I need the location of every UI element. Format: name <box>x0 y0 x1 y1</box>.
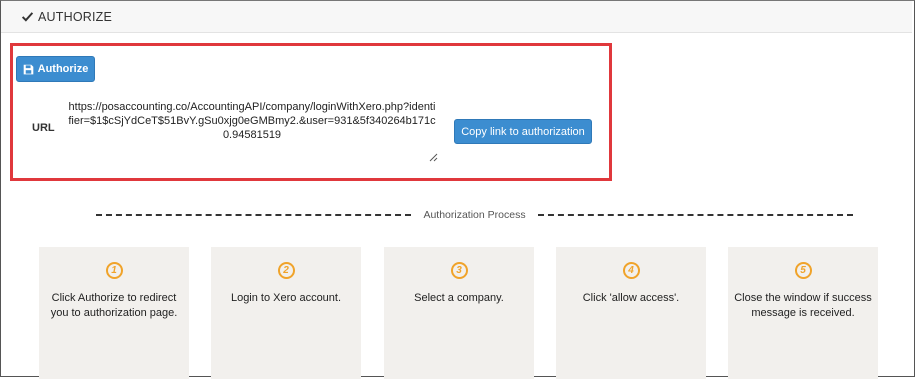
process-title: Authorization Process <box>423 209 526 221</box>
process-step-4: 4 Click 'allow access'. <box>556 247 706 379</box>
save-icon <box>23 64 33 74</box>
url-label: URL <box>32 122 55 134</box>
step-description: Close the window if success message is r… <box>734 292 872 319</box>
step-description: Select a company. <box>414 292 504 304</box>
step-number-icon: 3 <box>450 262 468 279</box>
step-number-icon: 5 <box>794 262 812 279</box>
process-step-1: 1 Click Authorize to redirect you to aut… <box>39 247 189 379</box>
authorize-button[interactable]: Authorize <box>16 56 95 82</box>
step-description: Click Authorize to redirect you to autho… <box>50 292 178 319</box>
check-icon <box>21 12 34 22</box>
copy-link-button[interactable]: Copy link to authorization <box>454 119 592 144</box>
process-step-2: 2 Login to Xero account. <box>211 247 361 379</box>
panel-header[interactable]: AUTHORIZE <box>1 1 912 33</box>
url-textarea[interactable]: https://posaccounting.co/AccountingAPI/c… <box>66 96 438 162</box>
authorize-button-label: Authorize <box>37 63 89 75</box>
panel-title: AUTHORIZE <box>38 9 113 24</box>
divider-line-left <box>96 214 412 216</box>
process-step-3: 3 Select a company. <box>384 247 534 379</box>
process-divider: Authorization Process <box>96 208 854 222</box>
step-number-icon: 4 <box>622 262 640 279</box>
step-description: Login to Xero account. <box>230 292 342 304</box>
step-number-icon: 1 <box>105 262 123 279</box>
divider-line-right <box>537 214 854 216</box>
resize-grip-icon[interactable] <box>428 152 438 162</box>
step-number-icon: 2 <box>277 262 295 279</box>
step-description: Click 'allow access'. <box>582 292 680 304</box>
process-step-5: 5 Close the window if success message is… <box>728 247 878 379</box>
